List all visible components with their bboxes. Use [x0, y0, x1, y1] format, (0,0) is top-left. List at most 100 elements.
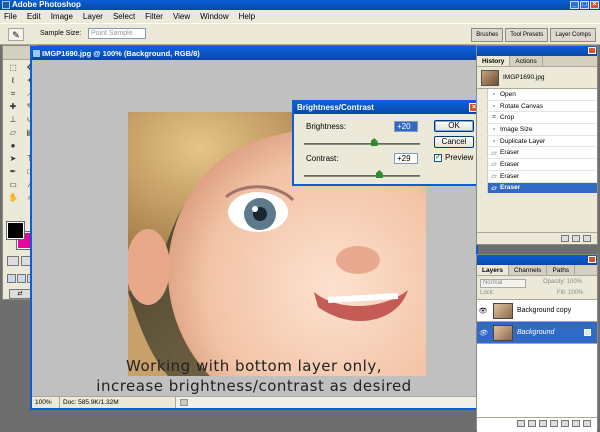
new-document-from-state-button[interactable] — [561, 235, 569, 242]
tab-channels[interactable]: Channels — [509, 265, 548, 275]
opacity-field[interactable]: Opacity: 100% — [543, 279, 582, 285]
new-layer-button[interactable] — [572, 420, 580, 427]
contrast-slider-track[interactable] — [304, 175, 420, 177]
menu-edit[interactable]: Edit — [27, 12, 41, 21]
screen-mode-standard-button[interactable] — [7, 274, 16, 283]
cancel-button[interactable]: Cancel — [434, 136, 474, 148]
brightness-slider-track[interactable] — [304, 143, 420, 145]
layer-style-button[interactable] — [528, 420, 536, 427]
horizontal-scrollbar[interactable] — [176, 397, 476, 408]
zoom-level[interactable]: 100% — [32, 397, 60, 408]
minimize-button[interactable]: _ — [570, 1, 579, 9]
history-item[interactable]: ▱ Eraser — [477, 147, 597, 160]
menu-filter[interactable]: Filter — [145, 12, 163, 21]
photoshop-logo-icon — [2, 1, 10, 9]
document-status-bar: 100% Doc: 585.9K/1.32M — [32, 396, 476, 408]
menu-help[interactable]: Help — [239, 12, 255, 21]
jump-to-imageready-button[interactable]: ⇄ — [9, 289, 31, 299]
document-icon — [33, 50, 40, 57]
close-window-button[interactable]: × — [590, 1, 599, 9]
history-panel-close-icon[interactable] — [588, 47, 596, 54]
history-list: ▫ Open ▫ Rotate Canvas ⌗ Crop ▫ Image Size ▫… — [477, 89, 597, 195]
doc-icon: ▫ — [492, 90, 496, 98]
layer-lock-icon — [584, 329, 591, 336]
opacity-value: 100% — [566, 279, 583, 285]
brightness-label: Brightness: — [306, 122, 347, 131]
eraser-icon[interactable]: ▱ — [5, 127, 21, 139]
ok-button[interactable]: OK — [434, 120, 474, 132]
layer-options: Normal Opacity: 100% Lock: Fill: 100% — [477, 276, 597, 300]
brightness-slider-knob[interactable] — [370, 138, 378, 146]
dialog-title: Brightness/Contrast — [297, 103, 374, 112]
history-snapshot[interactable]: IMGP1690.jpg — [477, 67, 597, 89]
menu-layer[interactable]: Layer — [83, 12, 103, 21]
menu-select[interactable]: Select — [113, 12, 135, 21]
menu-image[interactable]: Image — [51, 12, 73, 21]
document-title-bar: IMGP1690.jpg @ 100% (Background, RGB/8) — [32, 48, 476, 60]
doc-size-info[interactable]: Doc: 585.9K/1.32M — [60, 397, 176, 408]
marquee-icon[interactable]: ⬚ — [5, 62, 21, 74]
layer-row-selected[interactable]: 👁 Background — [477, 322, 597, 344]
crop-icon[interactable]: ⌗ — [5, 88, 21, 100]
menu-file[interactable]: File — [4, 12, 17, 21]
standard-mode-button[interactable] — [7, 256, 19, 266]
maximize-button[interactable]: □ — [580, 1, 589, 9]
eyedropper-icon[interactable]: ✎ — [8, 28, 24, 41]
path-select-icon[interactable]: ➤ — [5, 153, 21, 165]
layer-name: Background copy — [517, 307, 572, 314]
foreground-color-swatch[interactable] — [6, 221, 25, 240]
well-tab-tool-presets[interactable]: Tool Presets — [505, 28, 549, 42]
fill-field[interactable]: Fill: 100% — [557, 290, 583, 296]
history-item[interactable]: ▫ Image Size — [477, 124, 597, 136]
eraser-icon: ▱ — [491, 184, 497, 192]
well-tab-brushes[interactable]: Brushes — [471, 28, 504, 42]
history-item[interactable]: ▫ Duplicate Layer — [477, 135, 597, 148]
layer-mask-button[interactable] — [539, 420, 547, 427]
link-layers-button[interactable] — [517, 420, 525, 427]
sample-size-select[interactable]: Point Sample — [88, 28, 146, 39]
options-bar: ✎ Sample Size: Point Sample Brushes Tool… — [0, 23, 600, 45]
visibility-eye-icon[interactable]: 👁 — [477, 329, 489, 337]
lock-label: Lock: — [480, 290, 495, 296]
pen-icon[interactable]: ✒ — [5, 166, 21, 178]
hand-icon[interactable]: ✋ — [5, 192, 21, 204]
doc-icon: ▫ — [492, 137, 496, 145]
delete-layer-button[interactable] — [583, 420, 591, 427]
menu-view[interactable]: View — [173, 12, 190, 21]
stamp-icon[interactable]: ⊥ — [5, 114, 21, 126]
history-item[interactable]: ▱ Eraser — [477, 182, 597, 195]
adjustment-layer-button[interactable] — [550, 420, 558, 427]
history-item[interactable]: ⌗ Crop — [477, 112, 597, 125]
visibility-eye-icon[interactable]: 👁 — [477, 307, 489, 315]
lasso-icon[interactable]: ℓ — [5, 75, 21, 87]
new-snapshot-button[interactable] — [572, 235, 580, 242]
blend-mode-select[interactable]: Normal — [480, 279, 526, 288]
new-group-button[interactable] — [561, 420, 569, 427]
tab-layers[interactable]: Layers — [477, 265, 509, 275]
layers-panel-close-icon[interactable] — [588, 256, 596, 263]
history-item[interactable]: ▫ Rotate Canvas — [477, 100, 597, 113]
preview-checkbox[interactable]: ✓ — [434, 154, 442, 162]
tab-history[interactable]: History — [477, 56, 511, 66]
healing-icon[interactable]: ✚ — [5, 101, 21, 113]
well-tab-layer-comps[interactable]: Layer Comps — [550, 28, 596, 42]
screen-mode-menus-button[interactable] — [17, 274, 26, 283]
history-item[interactable]: ▱ Eraser — [477, 159, 597, 171]
contrast-slider-knob[interactable] — [375, 170, 383, 178]
tab-paths[interactable]: Paths — [547, 265, 576, 275]
brightness-input[interactable]: +20 — [394, 121, 418, 132]
opacity-label: Opacity: — [543, 279, 566, 285]
layer-row[interactable]: 👁 Background copy — [477, 300, 597, 322]
menu-window[interactable]: Window — [200, 12, 228, 21]
notes-icon[interactable]: ▭ — [5, 179, 21, 191]
history-item[interactable]: ▫ Open — [477, 89, 597, 101]
caption-line-2: increase brightness/contrast as desired — [96, 377, 412, 395]
blur-icon[interactable]: ● — [5, 140, 21, 152]
layers-panel-title-bar — [477, 255, 597, 265]
history-item[interactable]: ▱ Eraser — [477, 170, 597, 183]
doc-icon: ▫ — [492, 125, 496, 133]
contrast-input[interactable]: +29 — [394, 153, 418, 164]
scrollbar-thumb[interactable] — [180, 399, 188, 406]
delete-state-button[interactable] — [583, 235, 591, 242]
tab-actions[interactable]: Actions — [510, 56, 543, 66]
